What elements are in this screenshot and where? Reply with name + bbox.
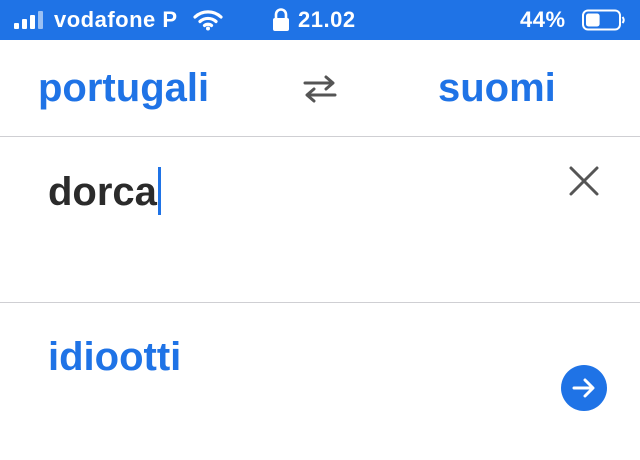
translation-input-area[interactable]: dorca <box>0 137 640 302</box>
signal-icon <box>14 0 48 40</box>
carrier-name: vodafone P <box>54 7 178 32</box>
arrow-right-icon <box>572 378 595 398</box>
status-bar: vodafone P 21.02 44% <box>0 0 640 40</box>
wifi-icon <box>193 0 223 40</box>
translation-result[interactable]: idiootti <box>48 335 181 380</box>
clock-time: 21.02 <box>298 7 356 32</box>
battery-percentage: 44% <box>520 7 566 32</box>
input-value: dorca <box>48 170 157 214</box>
target-language-button[interactable]: suomi <box>438 66 556 111</box>
source-language-button[interactable]: portugali <box>38 66 209 111</box>
lock-icon <box>272 0 290 40</box>
clear-button[interactable] <box>566 163 602 199</box>
open-translation-button[interactable] <box>561 365 607 411</box>
swap-arrows-icon[interactable] <box>302 74 338 109</box>
translation-result-area: idiootti <box>0 303 640 460</box>
input-field[interactable]: dorca <box>48 167 161 215</box>
language-selector-bar: portugali suomi <box>0 40 640 136</box>
close-icon <box>569 166 599 196</box>
battery-icon <box>582 0 626 40</box>
text-caret <box>157 167 161 215</box>
